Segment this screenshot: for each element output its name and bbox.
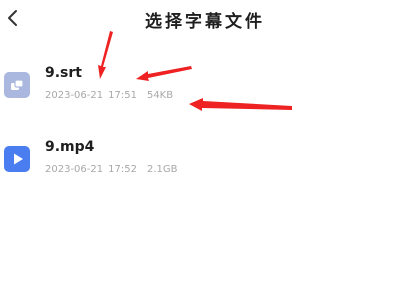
file-time: 17:51 [108,90,137,101]
file-meta: 2023-06-21 17:51 54KB [45,90,178,101]
page-title: 选择字幕文件 [145,12,265,32]
file-item-mp4[interactable]: 9.mp4 2023-06-21 17:52 2.1GB [0,135,410,195]
file-meta: 2023-06-21 17:52 2.1GB [45,164,182,175]
file-date: 2023-06-21 [45,164,104,175]
subtitle-file-icon [4,72,30,98]
file-name: 9.srt [45,65,82,81]
file-date: 2023-06-21 [45,90,104,101]
file-name: 9.mp4 [45,139,95,155]
video-play-icon [4,146,30,172]
file-item-srt[interactable]: 9.srt 2023-06-21 17:51 54KB [0,61,410,121]
file-time: 17:52 [108,164,137,175]
header-bar: 选择字幕文件 [0,0,410,40]
file-size: 2.1GB [146,164,178,175]
file-size: 54KB [146,90,174,101]
